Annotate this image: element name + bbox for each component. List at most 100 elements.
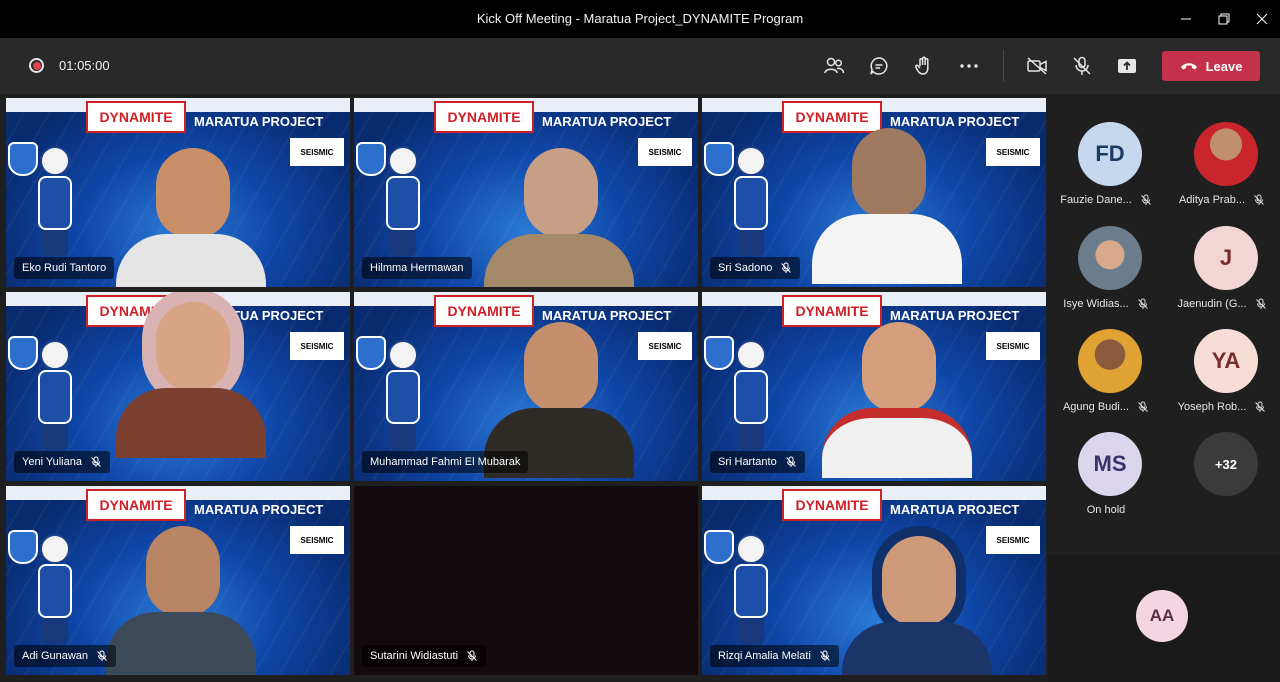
- restore-button[interactable]: [1205, 0, 1243, 38]
- video-tile[interactable]: DYNAMITE MARATUA PROJECT SEISMIC Sri Har…: [702, 292, 1046, 481]
- mic-off-icon: [820, 650, 830, 661]
- roster-name: Isye Widias...: [1063, 298, 1129, 310]
- video-tile[interactable]: DYNAMITE MARATUA PROJECT SEISMIC Sri Sad…: [702, 98, 1046, 287]
- people-icon: [824, 57, 845, 74]
- seismic-logo: SEISMIC: [986, 138, 1040, 166]
- more-participants-button[interactable]: +32: [1164, 432, 1280, 532]
- video-tile[interactable]: DYNAMITE MARATUA PROJECT SEISMIC Rizqi A…: [702, 486, 1046, 675]
- project-title: MARATUA PROJECT: [194, 502, 324, 517]
- mic-off-icon: [1254, 194, 1264, 205]
- self-view: AA: [1048, 555, 1280, 682]
- mic-off-icon: [1137, 298, 1148, 309]
- roster-item[interactable]: Aditya Prab...: [1164, 122, 1280, 222]
- participant-name-label: Hilmma Hermawan: [362, 257, 472, 279]
- participant-video: [842, 536, 992, 675]
- roster-item[interactable]: Agung Budi...: [1048, 329, 1164, 429]
- video-tile[interactable]: DYNAMITE MARATUA PROJECT SEISMIC Yeni Yu…: [6, 292, 350, 481]
- participant-name-label: Muhammad Fahmi El Mubarak: [362, 451, 529, 473]
- participant-video: [822, 322, 972, 478]
- roster-item-on-hold[interactable]: MS On hold: [1048, 432, 1164, 532]
- participant-name-label: Sutarini Widiastuti: [362, 645, 487, 667]
- toolbar-divider: [1003, 50, 1004, 82]
- close-button[interactable]: [1243, 0, 1280, 38]
- participant-video: [116, 302, 266, 458]
- seismic-logo: SEISMIC: [986, 332, 1040, 360]
- mic-off-icon: [97, 650, 107, 661]
- avatar: [1194, 122, 1258, 186]
- participant-video: [484, 148, 634, 287]
- reactions-button[interactable]: [912, 54, 936, 78]
- video-tile[interactable]: DYNAMITE MARATUA PROJECT SEISMIC Hilmma …: [354, 98, 698, 287]
- mic-off-icon: [781, 262, 792, 273]
- roster-name: Jaenudin (G...: [1177, 298, 1247, 310]
- participant-video: [812, 128, 962, 284]
- video-tile-camera-off[interactable]: Sutarini Widiastuti: [354, 486, 698, 675]
- hang-up-icon: [1180, 63, 1197, 70]
- participant-name-label: Eko Rudi Tantoro: [14, 257, 115, 279]
- mic-off-icon: [1255, 401, 1266, 412]
- mic-off-icon: [1140, 194, 1151, 205]
- mic-off-icon: [91, 456, 101, 467]
- meeting-timer: 01:05:00: [59, 58, 110, 73]
- seismic-logo: SEISMIC: [290, 138, 344, 166]
- mic-off-icon: [1255, 298, 1266, 309]
- participant-name-label: Sri Hartanto: [710, 451, 805, 473]
- seismic-logo: SEISMIC: [638, 138, 692, 166]
- mascot-illustration: [728, 146, 774, 256]
- recording-indicator-icon: [29, 58, 44, 73]
- participants-button[interactable]: [822, 54, 846, 78]
- video-tile[interactable]: DYNAMITE MARATUA PROJECT SEISMIC Eko Rud…: [6, 98, 350, 287]
- dynamite-logo: DYNAMITE: [86, 101, 186, 133]
- roster-name: Fauzie Dane...: [1060, 194, 1132, 206]
- participant-name-label: Sri Sadono: [710, 257, 801, 279]
- leave-button[interactable]: Leave: [1162, 51, 1260, 81]
- leave-label: Leave: [1205, 58, 1243, 74]
- roster-item[interactable]: Isye Widias...: [1048, 226, 1164, 326]
- share-tray-icon: [1118, 59, 1136, 73]
- mascot-illustration: [728, 340, 774, 450]
- self-avatar[interactable]: AA: [1136, 590, 1188, 642]
- avatar: MS: [1078, 432, 1142, 496]
- mic-off-icon: [1138, 401, 1148, 412]
- chat-icon: [870, 57, 888, 75]
- roster-item[interactable]: J Jaenudin (G...: [1164, 226, 1280, 326]
- minimize-button[interactable]: [1167, 0, 1205, 38]
- video-tile-active-speaker[interactable]: DYNAMITE MARATUA PROJECT SEISMIC Muhamma…: [354, 292, 698, 481]
- more-options-button[interactable]: [957, 54, 981, 78]
- raise-hand-icon: [915, 56, 929, 75]
- project-title: MARATUA PROJECT: [890, 502, 1020, 517]
- seismic-logo: SEISMIC: [290, 332, 344, 360]
- roster-name: Aditya Prab...: [1178, 194, 1246, 206]
- mascot-illustration: [32, 340, 78, 450]
- mic-toggle-button[interactable]: [1070, 54, 1094, 78]
- roster-item[interactable]: YA Yoseph Rob...: [1164, 329, 1280, 429]
- seismic-logo: SEISMIC: [986, 526, 1040, 554]
- mascot-illustration: [728, 534, 774, 644]
- roster-name: Yoseph Rob...: [1177, 401, 1247, 413]
- share-screen-button[interactable]: [1115, 54, 1139, 78]
- mascot-illustration: [380, 340, 426, 450]
- overflow-count: +32: [1194, 432, 1258, 496]
- participant-name-label: Adi Gunawan: [14, 645, 117, 667]
- roster-item[interactable]: FD Fauzie Dane...: [1048, 122, 1164, 222]
- chat-button[interactable]: [867, 54, 891, 78]
- meeting-toolbar: 01:05:00 Leave: [0, 38, 1280, 94]
- avatar: [1078, 226, 1142, 290]
- project-title: MARATUA PROJECT: [890, 114, 1020, 129]
- avatar: YA: [1194, 329, 1258, 393]
- avatar: FD: [1078, 122, 1142, 186]
- camera-toggle-button[interactable]: [1025, 54, 1049, 78]
- project-title: MARATUA PROJECT: [194, 114, 324, 129]
- project-title: MARATUA PROJECT: [542, 308, 672, 323]
- mic-off-icon: [1073, 56, 1091, 75]
- restore-icon: [1218, 13, 1230, 25]
- roster-name: Agung Budi...: [1062, 401, 1130, 413]
- roster-status: On hold: [1086, 504, 1126, 516]
- mascot-illustration: [380, 146, 426, 256]
- participant-video: [484, 322, 634, 478]
- dynamite-logo: DYNAMITE: [434, 101, 534, 133]
- video-tile[interactable]: DYNAMITE MARATUA PROJECT SEISMIC Adi Gun…: [6, 486, 350, 675]
- dynamite-logo: DYNAMITE: [86, 489, 186, 521]
- participant-name-label: Rizqi Amalia Melati: [710, 645, 839, 667]
- mascot-illustration: [32, 146, 78, 256]
